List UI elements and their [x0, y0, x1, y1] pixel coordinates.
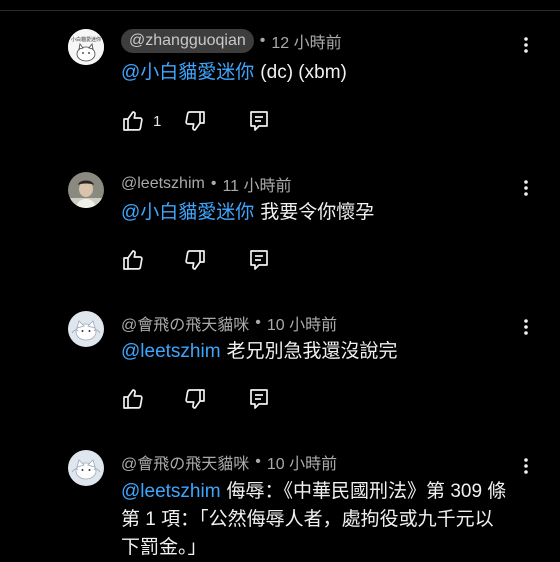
comment-actions: 1: [121, 109, 271, 133]
more-vert-button[interactable]: [516, 315, 536, 339]
comment-meta: @leetszhim • 11 小時前: [121, 172, 292, 196]
author-handle[interactable]: @leetszhim: [121, 175, 205, 193]
mention-link[interactable]: @leetszhim: [121, 341, 221, 362]
comment-text: @leetszhim 老兄別急我還沒說完: [121, 338, 511, 366]
reply-button[interactable]: [247, 248, 271, 272]
dislike-button[interactable]: [183, 387, 207, 411]
flying-cat-avatar-icon[interactable]: [68, 311, 104, 347]
white-cat-avatar-icon[interactable]: 小白貓愛迷你: [68, 29, 104, 65]
person-avatar-icon[interactable]: [68, 172, 104, 208]
reply-button[interactable]: [247, 387, 271, 411]
comment-text: @小白貓愛迷你 我要令你懷孕: [121, 199, 511, 227]
dislike-button[interactable]: [183, 109, 207, 133]
comment-meta: @會飛の飛天貓咪 • 10 小時前: [121, 311, 337, 335]
comment-text: @leetszhim 侮辱：《中華民國刑法》第 309 條第 1 項：「公然侮辱人…: [121, 478, 509, 562]
reply-icon: [250, 111, 268, 131]
more-vert-icon: [524, 37, 528, 53]
reply-comment: @會飛の飛天貓咪 • 10 小時前 @leetszhim 老兄別急我還沒說完: [68, 311, 560, 421]
thumbs-up-icon: [123, 111, 143, 131]
comment-meta: @會飛の飛天貓咪 • 10 小時前: [121, 450, 337, 474]
reply-comment: 小白貓愛迷你 @zhangguoqian • 12 小時前 @小白貓愛迷你 (dc…: [68, 29, 560, 139]
author-handle[interactable]: @會飛の飛天貓咪: [121, 450, 249, 474]
thumbs-down-icon: [185, 389, 205, 409]
mention-link[interactable]: @小白貓愛迷你: [121, 62, 254, 83]
comment-text: @小白貓愛迷你 (dc) (xbm): [121, 59, 511, 87]
reply-comment: @leetszhim • 11 小時前 @小白貓愛迷你 我要令你懷孕: [68, 172, 560, 282]
meta-separator: •: [259, 32, 266, 49]
like-button[interactable]: [121, 387, 145, 411]
more-vert-icon: [524, 458, 528, 474]
meta-separator: •: [210, 175, 217, 192]
thumbs-down-icon: [185, 111, 205, 131]
author-handle[interactable]: @zhangguoqian: [121, 29, 254, 53]
meta-separator: •: [255, 453, 261, 470]
comment-timestamp[interactable]: 10 小時前: [267, 311, 337, 335]
more-vert-button[interactable]: [516, 33, 536, 57]
reply-button[interactable]: [247, 109, 271, 133]
thumbs-up-icon: [123, 250, 143, 270]
like-button[interactable]: [121, 248, 145, 272]
thumbs-down-icon: [185, 250, 205, 270]
thumbs-up-icon: [123, 389, 143, 409]
reply-icon: [250, 250, 268, 270]
reply-comment: @會飛の飛天貓咪 • 10 小時前 @leetszhim 侮辱：《中華民國刑法》第…: [68, 450, 560, 560]
mention-link[interactable]: @小白貓愛迷你: [121, 202, 254, 223]
more-vert-icon: [524, 180, 528, 196]
meta-separator: •: [255, 314, 261, 331]
author-handle[interactable]: @會飛の飛天貓咪: [121, 311, 249, 335]
comment-body: (dc) (xbm): [260, 62, 347, 83]
comment-body: 老兄別急我還沒說完: [226, 341, 398, 362]
flying-cat-avatar-icon[interactable]: [68, 450, 104, 486]
svg-text:小白貓愛迷你: 小白貓愛迷你: [71, 36, 101, 43]
comment-actions: [121, 387, 271, 411]
reply-icon: [250, 389, 268, 409]
like-count: 1: [153, 112, 162, 130]
comment-body: 我要令你懷孕: [260, 202, 375, 223]
comment-timestamp[interactable]: 11 小時前: [222, 172, 291, 196]
top-divider: [0, 0, 560, 11]
dislike-button[interactable]: [183, 248, 207, 272]
mention-link[interactable]: @leetszhim: [121, 481, 221, 502]
comment-timestamp[interactable]: 10 小時前: [267, 450, 337, 474]
more-vert-button[interactable]: [516, 176, 536, 200]
comment-meta: @zhangguoqian • 12 小時前: [121, 29, 342, 53]
more-vert-icon: [524, 319, 528, 335]
more-vert-button[interactable]: [516, 454, 536, 478]
comment-timestamp[interactable]: 12 小時前: [271, 29, 341, 53]
like-button[interactable]: [121, 109, 145, 133]
comment-actions: [121, 248, 271, 272]
